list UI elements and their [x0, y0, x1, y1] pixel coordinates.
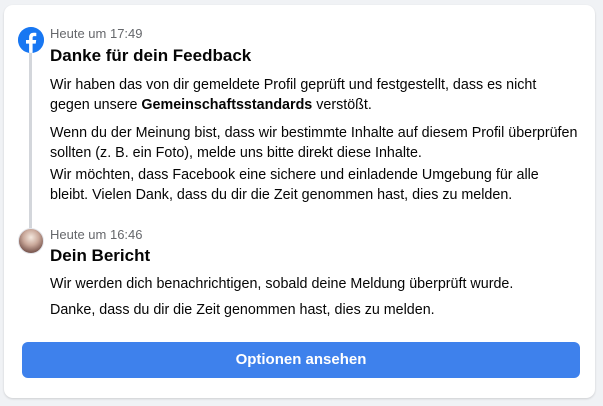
entry-paragraph: Wir möchten, dass Facebook eine sichere … — [50, 167, 539, 203]
facebook-logo-icon — [18, 27, 44, 53]
view-options-button[interactable]: Optionen ansehen — [22, 342, 580, 378]
entry-paragraph: Danke, dass du dir die Zeit genommen has… — [50, 302, 435, 318]
entry-timestamp: Heute um 17:49 — [50, 26, 143, 41]
community-standards-text: Gemeinschaftsstandards — [141, 97, 313, 113]
entry-timestamp: Heute um 16:46 — [50, 227, 143, 242]
entry-paragraph: Wir haben das von dir gemeldete Profil g… — [50, 75, 580, 115]
entry-paragraph: Wenn du der Meinung bist, dass wir besti… — [50, 125, 578, 161]
entry-title: Danke für dein Feedback — [50, 46, 252, 65]
entry-title: Dein Bericht — [50, 246, 151, 265]
paragraph-text: verstößt. — [312, 97, 372, 113]
user-avatar — [18, 228, 44, 254]
entry-paragraph: Wir werden dich benachrichtigen, sobald … — [50, 276, 514, 292]
report-status-card: Heute um 17:49 Danke für dein Feedback W… — [4, 5, 595, 398]
timeline-connector — [29, 47, 32, 233]
